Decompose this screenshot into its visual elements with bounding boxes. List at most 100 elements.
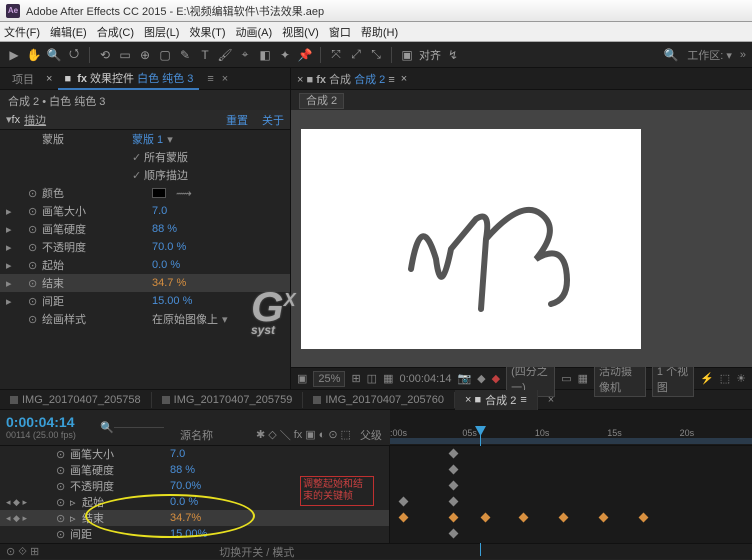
rotate-tool-icon[interactable]: ⟲ — [97, 47, 113, 63]
tl-end-value[interactable]: 34.7% — [170, 512, 201, 524]
res-icon[interactable]: ⊞ — [351, 372, 360, 385]
switch-icon[interactable]: fx — [294, 429, 303, 441]
menu-view[interactable]: 视图(V) — [282, 24, 319, 40]
viewer-tab[interactable]: × ■ fx 合成 合成 2 ≡ — [297, 71, 395, 87]
menu-composition[interactable]: 合成(C) — [97, 24, 134, 40]
keyframe-nav[interactable]: ◂ ◆ ▸ — [6, 513, 56, 524]
snapshot-icon[interactable]: 📷 — [457, 372, 471, 385]
tab-effect-controls[interactable]: ■ fx 效果控件 白色 纯色 3 — [58, 68, 199, 90]
tab-close-icon[interactable]: × — [538, 392, 564, 408]
zoom-tool-icon[interactable]: 🔍 — [46, 47, 62, 63]
orbit-tool-icon[interactable]: ⭯ — [66, 47, 82, 63]
hand-tool-icon[interactable]: ✋ — [26, 47, 42, 63]
camera-tool-icon[interactable]: ▭ — [117, 47, 133, 63]
tl-brush-size-value[interactable]: 7.0 — [170, 448, 185, 460]
menu-effect[interactable]: 效果(T) — [189, 24, 225, 40]
stopwatch-icon[interactable]: ⊙ — [56, 464, 70, 477]
menu-file[interactable]: 文件(F) — [4, 24, 40, 40]
type-tool-icon[interactable]: T — [197, 47, 213, 63]
switch-icon[interactable]: ◐ — [319, 429, 326, 441]
timeline-track-area[interactable] — [390, 446, 752, 543]
snap-label[interactable]: 对齐 — [419, 47, 441, 63]
work-area[interactable] — [449, 481, 459, 491]
zoom-dropdown[interactable]: 25% — [313, 371, 345, 387]
seq-stroke-checkbox[interactable]: ✓ — [132, 169, 144, 182]
brush-size-value[interactable]: 7.0 — [152, 205, 167, 217]
keyframe-selected[interactable] — [399, 513, 409, 523]
anchor-tool-icon[interactable]: ⊕ — [137, 47, 153, 63]
mask-toggle-icon[interactable]: ▣ — [297, 372, 307, 385]
effect-reset[interactable]: 重置 — [226, 112, 248, 128]
switch-icon[interactable]: ⊙ — [328, 428, 337, 441]
stopwatch-icon[interactable]: ⊙ — [28, 295, 42, 308]
roto-tool-icon[interactable]: ✦ — [277, 47, 293, 63]
stopwatch-active-icon[interactable]: ⊙ — [56, 496, 70, 509]
expand-icon[interactable]: ▸ — [6, 205, 16, 218]
viewer-timecode[interactable]: 0:00:04:14 — [399, 373, 451, 385]
channel-icon[interactable]: ◆ — [477, 372, 485, 385]
axis-local-icon[interactable]: ⤧ — [328, 47, 344, 63]
stopwatch-icon[interactable]: ⊙ — [28, 223, 42, 236]
composition-canvas[interactable] — [301, 129, 641, 349]
expand-icon[interactable]: ▸ — [6, 277, 16, 290]
region-icon[interactable]: ▭ — [561, 372, 571, 385]
switch-icon[interactable]: ⬚ — [341, 428, 351, 441]
menu-animation[interactable]: 动画(A) — [236, 24, 273, 40]
keyframe-selected[interactable] — [559, 513, 569, 523]
keyframe[interactable] — [399, 497, 409, 507]
brush-hard-value[interactable]: 88 % — [152, 223, 177, 235]
dropdown-icon[interactable]: ▾ — [167, 133, 173, 146]
timeline-tab[interactable]: IMG_20170407_205760 — [303, 392, 455, 408]
menu-edit[interactable]: 编辑(E) — [50, 24, 87, 40]
current-timecode[interactable]: 0:00:04:14 — [6, 414, 94, 430]
keyframe-selected[interactable] — [449, 513, 459, 523]
puppet-tool-icon[interactable]: 📌 — [297, 47, 313, 63]
selection-tool-icon[interactable]: ▶ — [6, 47, 22, 63]
color-swatch[interactable] — [152, 188, 166, 198]
menu-layer[interactable]: 图层(L) — [144, 24, 179, 40]
workspace-dropdown[interactable]: 工作区: ▾ — [687, 47, 732, 63]
timeline-tab[interactable]: IMG_20170407_205758 — [0, 392, 152, 408]
expand-icon[interactable]: ▸ — [6, 241, 16, 254]
axis-view-icon[interactable]: ⤡ — [368, 47, 384, 63]
tab-project[interactable]: 项目 — [6, 69, 40, 89]
stopwatch-icon[interactable]: ⊙ — [28, 241, 42, 254]
stopwatch-active-icon[interactable]: ⊙ — [56, 512, 70, 525]
keyframe-selected[interactable] — [599, 513, 609, 523]
channel2-icon[interactable]: ◆ — [492, 372, 500, 385]
tl-paint-style-value[interactable]: 在原始图像上 — [170, 542, 236, 543]
timeline-search-input[interactable] — [114, 427, 164, 428]
switch-icon[interactable]: ◇ — [268, 428, 276, 441]
dropdown-icon[interactable]: ▾ — [222, 313, 228, 326]
guide-icon[interactable]: ◫ — [367, 372, 377, 385]
tab-close-icon[interactable]: × — [401, 73, 407, 85]
effect-about[interactable]: 关于 — [262, 112, 284, 128]
menu-window[interactable]: 窗口 — [329, 24, 351, 40]
stopwatch-icon[interactable]: ⊙ — [56, 448, 70, 461]
expand-icon[interactable]: ▸ — [6, 259, 16, 272]
stopwatch-icon[interactable]: ⊙ — [28, 205, 42, 218]
col-src-header[interactable]: 源名称 — [180, 427, 213, 443]
paint-style-value[interactable]: 在原始图像上 — [152, 311, 218, 327]
timeline-search-icon[interactable]: 🔍 — [100, 421, 114, 434]
snap-opt-icon[interactable]: ↯ — [445, 47, 461, 63]
work-area[interactable] — [449, 465, 459, 475]
mask-dropdown[interactable]: 蒙版 1 — [132, 131, 163, 147]
tl-opacity-value[interactable]: 70.0% — [170, 480, 201, 492]
work-area-start[interactable] — [449, 449, 459, 459]
stopwatch-icon[interactable]: ⊙ — [28, 313, 42, 326]
tl-brush-hard-value[interactable]: 88 % — [170, 464, 195, 476]
tab-close-icon[interactable]: × — [222, 73, 228, 85]
workspace-menu-icon[interactable]: » — [740, 49, 746, 61]
snap-toggle-icon[interactable]: ▣ — [399, 47, 415, 63]
switch-icon[interactable]: ✱ — [256, 428, 265, 441]
keyframe[interactable] — [449, 497, 459, 507]
expand-icon[interactable]: ▸ — [6, 223, 16, 236]
grid-icon[interactable]: ▦ — [383, 372, 393, 385]
keyframe-selected[interactable] — [639, 513, 649, 523]
switch-icon[interactable]: ＼ — [280, 427, 291, 443]
tl-start-value[interactable]: 0.0 % — [170, 496, 198, 508]
3d-icon[interactable]: ⬚ — [720, 372, 730, 385]
layer-box[interactable]: 合成 2 — [299, 93, 344, 109]
fast-preview-icon[interactable]: ⚡ — [700, 372, 714, 385]
